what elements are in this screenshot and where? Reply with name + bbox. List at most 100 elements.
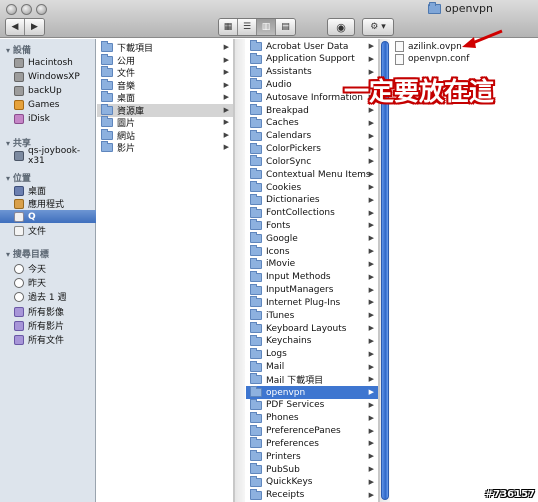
column-library-scrollbar[interactable]	[379, 39, 390, 502]
sidebar-item-windowsxp[interactable]: WindowsXP	[0, 70, 96, 83]
folder-icon	[250, 463, 262, 475]
library-item-keychains[interactable]: Keychains ▶	[246, 334, 378, 348]
sidebar-item-desktop[interactable]: 桌面	[0, 184, 96, 197]
chevron-left-icon: ◀	[11, 22, 19, 32]
library-item-colorsync[interactable]: ColorSync ▶	[246, 155, 378, 168]
folder-icon	[250, 347, 262, 359]
sidebar-item-documents[interactable]: 文件	[0, 224, 96, 237]
library-item-mail[interactable]: Mail 下載項目 ▶	[246, 373, 378, 386]
library-item-phones[interactable]: Phones ▶	[246, 411, 378, 425]
item-label: Logs	[266, 349, 287, 360]
item-label: Audio	[266, 79, 292, 90]
folder-icon	[250, 168, 262, 180]
sidebar-item-yesterday[interactable]: 昨天	[0, 276, 96, 289]
home-item-item[interactable]: 圖片 ▶	[97, 116, 233, 129]
home-item-item[interactable]: 網站 ▶	[97, 128, 233, 142]
folder-icon	[250, 245, 262, 257]
sidebar-item-past-week[interactable]: 過去 1 週	[0, 290, 96, 303]
item-label: 桌面	[117, 94, 136, 104]
zoom-window-button[interactable]	[36, 4, 47, 15]
library-item-imovie[interactable]: iMovie ▶	[246, 257, 378, 271]
close-window-button[interactable]	[6, 4, 17, 15]
home-item-item[interactable]: 下載項目 ▶	[97, 41, 233, 54]
item-label: Caches	[266, 118, 299, 129]
library-item-cookies[interactable]: Cookies ▶	[246, 181, 378, 194]
quicklook-button[interactable]: ◉	[327, 18, 355, 36]
sidebar-section-devices[interactable]: 設備	[6, 43, 31, 56]
library-item-icons[interactable]: Icons ▶	[246, 245, 378, 258]
action-menu-button[interactable]: ⚙ ▾	[362, 18, 394, 36]
sidebar-item-applications[interactable]: 應用程式	[0, 197, 96, 210]
list-view-button[interactable]: ☰	[238, 19, 257, 35]
sidebar-item-hacintosh[interactable]: Hacintosh	[0, 56, 96, 69]
disclosure-arrow-icon: ▶	[223, 118, 229, 126]
library-item-openvpn[interactable]: openvpn ▶	[246, 386, 378, 400]
column-library-scroll-thumb[interactable]	[381, 41, 389, 500]
library-item-input-methods[interactable]: Input Methods ▶	[246, 270, 378, 284]
folder-icon	[250, 437, 262, 449]
icon-view-button[interactable]: ▦	[219, 19, 238, 35]
item-label: 音樂	[117, 81, 136, 92]
item-label: PreferencePanes	[266, 426, 341, 437]
library-item-preferences[interactable]: Preferences ▶	[246, 437, 378, 450]
library-item-caches[interactable]: Caches ▶	[246, 116, 378, 130]
library-item-internet-plug-ins[interactable]: Internet Plug-Ins ▶	[246, 296, 378, 309]
home-item-item[interactable]: 公用 ▶	[97, 53, 233, 67]
library-item-google[interactable]: Google ▶	[246, 232, 378, 245]
library-item-calendars[interactable]: Calendars ▶	[246, 129, 378, 143]
sidebar-item-games[interactable]: Games	[0, 98, 96, 111]
sidebar-item-all-documents[interactable]: 所有文件	[0, 333, 96, 346]
item-label: openvpn	[266, 387, 306, 398]
openvpn-item-openvpn-conf[interactable]: openvpn.conf	[391, 53, 538, 66]
sidebar-item-today[interactable]: 今天	[0, 262, 96, 275]
sidebar-item-all-images[interactable]: 所有影像	[0, 305, 96, 318]
home-icon	[14, 211, 24, 222]
sidebar-item-qs-joybook[interactable]: qs-joybook-x31	[0, 146, 96, 166]
library-item-preferencepanes[interactable]: PreferencePanes ▶	[246, 424, 378, 438]
column-view-button[interactable]: ▥	[257, 19, 276, 35]
library-item-contextual-menu-items[interactable]: Contextual Menu Items ▶	[246, 168, 378, 181]
library-item-application-support[interactable]: Application Support ▶	[246, 52, 378, 66]
folder-icon	[250, 91, 262, 103]
sidebar-item-idisk[interactable]: iDisk	[0, 112, 96, 125]
sidebar-item-all-movies[interactable]: 所有影片	[0, 319, 96, 332]
sidebar-item-label: 所有影像	[28, 308, 65, 318]
disclosure-arrow-icon: ▶	[368, 400, 374, 409]
disclosure-arrow-icon: ▶	[368, 259, 374, 268]
library-item-fontcollections[interactable]: FontCollections ▶	[246, 206, 378, 220]
forward-button[interactable]: ▶	[25, 19, 44, 35]
library-item-fonts[interactable]: Fonts ▶	[246, 219, 378, 232]
library-item-acrobat-user-data[interactable]: Acrobat User Data ▶	[246, 40, 378, 53]
library-item-printers[interactable]: Printers ▶	[246, 450, 378, 463]
folder-icon	[250, 360, 262, 372]
home-item-item[interactable]: 資源庫 ▶	[97, 103, 233, 117]
folder-icon	[101, 103, 113, 115]
library-item-colorpickers[interactable]: ColorPickers ▶	[246, 142, 378, 156]
home-item-item[interactable]: 影片 ▶	[97, 141, 233, 154]
home-item-item[interactable]: 桌面 ▶	[97, 91, 233, 104]
library-item-logs[interactable]: Logs ▶	[246, 347, 378, 361]
library-item-dictionaries[interactable]: Dictionaries ▶	[246, 193, 378, 207]
home-item-item[interactable]: 文件 ▶	[97, 66, 233, 79]
library-item-inputmanagers[interactable]: InputManagers ▶	[246, 283, 378, 297]
sidebar-section-places[interactable]: 位置	[6, 171, 31, 184]
library-item-quickkeys[interactable]: QuickKeys ▶	[246, 475, 378, 489]
minimize-window-button[interactable]	[21, 4, 32, 15]
home-item-item[interactable]: 音樂 ▶	[97, 78, 233, 92]
coverflow-view-button[interactable]: ▤	[276, 19, 295, 35]
item-label: Google	[266, 233, 298, 244]
library-item-receipts[interactable]: Receipts ▶	[246, 488, 378, 502]
library-item-pdf-services[interactable]: PDF Services ▶	[246, 398, 378, 412]
sidebar-item-label: 所有影片	[28, 322, 65, 332]
library-item-pubsub[interactable]: PubSub ▶	[246, 463, 378, 476]
column-home-scrollbar[interactable]	[234, 39, 245, 502]
back-button[interactable]: ◀	[6, 19, 25, 35]
library-item-mail[interactable]: Mail ▶	[246, 360, 378, 374]
library-item-keyboard-layouts[interactable]: Keyboard Layouts ▶	[246, 322, 378, 335]
sidebar-item-home[interactable]: Q	[0, 210, 96, 223]
sidebar-item-backup[interactable]: backUp	[0, 84, 96, 97]
item-label: Internet Plug-Ins	[266, 297, 341, 308]
sidebar-section-search[interactable]: 搜尋目標	[6, 247, 49, 260]
library-item-itunes[interactable]: iTunes ▶	[246, 309, 378, 322]
folder-icon	[250, 424, 262, 436]
